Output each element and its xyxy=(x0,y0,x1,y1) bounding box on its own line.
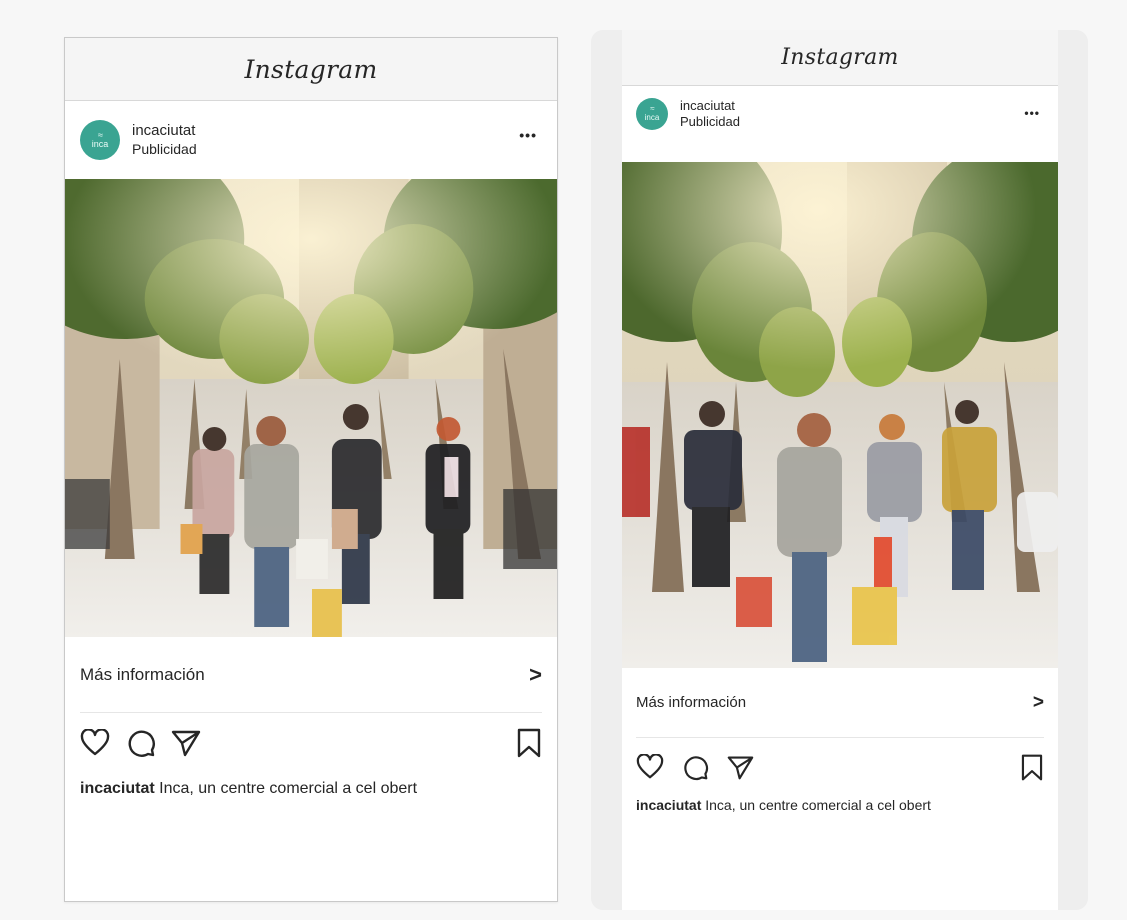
caption-username[interactable]: incaciutat xyxy=(80,780,155,797)
more-icon[interactable]: ••• xyxy=(519,127,537,143)
instagram-logo: Instagram xyxy=(244,54,378,84)
post-caption: incaciutat Inca, un centre comercial a c… xyxy=(80,780,547,798)
bookmark-icon[interactable] xyxy=(516,727,542,759)
instagram-logo: Instagram xyxy=(781,45,899,70)
post-caption: incaciutat Inca, un centre comercial a c… xyxy=(636,797,1048,813)
instagram-post-preview-large: Instagram ≈ inca incaciutat Publicidad •… xyxy=(64,37,558,902)
account-info: incaciutat Publicidad xyxy=(680,98,740,130)
post-image[interactable] xyxy=(65,179,557,637)
more-info-row[interactable]: Más información > xyxy=(80,637,542,713)
account-name[interactable]: incaciutat xyxy=(680,98,740,114)
caption-text: Inca, un centre comercial a cel obert xyxy=(705,797,931,813)
account-name[interactable]: incaciutat xyxy=(132,122,197,140)
share-icon[interactable] xyxy=(726,754,755,781)
account-info: incaciutat Publicidad xyxy=(132,122,197,158)
street-scene-image xyxy=(622,162,1058,668)
more-info-label: Más información xyxy=(636,694,747,711)
sponsored-label: Publicidad xyxy=(680,114,740,129)
avatar[interactable]: ≈ inca xyxy=(636,98,668,130)
street-scene-image xyxy=(65,179,557,637)
logo-mark-icon: ≈ xyxy=(98,130,103,140)
share-icon[interactable] xyxy=(170,728,202,758)
app-header: Instagram xyxy=(622,30,1058,86)
caption-text: Inca, un centre comercial a cel obert xyxy=(159,780,418,797)
post-image[interactable] xyxy=(622,162,1058,668)
comment-icon[interactable] xyxy=(682,754,709,781)
account-row: ≈ inca incaciutat Publicidad ••• xyxy=(65,101,557,179)
logo-mark-icon: ≈ xyxy=(650,104,655,113)
more-icon[interactable]: ••• xyxy=(1024,106,1040,120)
instagram-post-preview-small: Instagram ≈ inca incaciutat Publicidad •… xyxy=(622,30,1058,910)
sponsored-label: Publicidad xyxy=(132,141,197,157)
action-bar xyxy=(636,750,1044,784)
app-header: Instagram xyxy=(65,38,557,101)
chevron-right-icon: > xyxy=(1032,691,1044,713)
heart-icon[interactable] xyxy=(80,729,110,757)
avatar-text: inca xyxy=(91,139,109,149)
more-info-row[interactable]: Más información > xyxy=(636,668,1044,738)
heart-icon[interactable] xyxy=(636,754,664,780)
comment-icon[interactable] xyxy=(126,728,156,758)
more-info-label: Más información xyxy=(80,664,205,684)
account-row: ≈ inca incaciutat Publicidad ••• xyxy=(622,86,1058,142)
avatar-text: inca xyxy=(644,113,660,122)
bookmark-icon[interactable] xyxy=(1020,753,1044,782)
avatar[interactable]: ≈ inca xyxy=(80,120,120,160)
caption-username[interactable]: incaciutat xyxy=(636,797,701,813)
action-bar xyxy=(80,724,542,762)
chevron-right-icon: > xyxy=(529,661,542,687)
